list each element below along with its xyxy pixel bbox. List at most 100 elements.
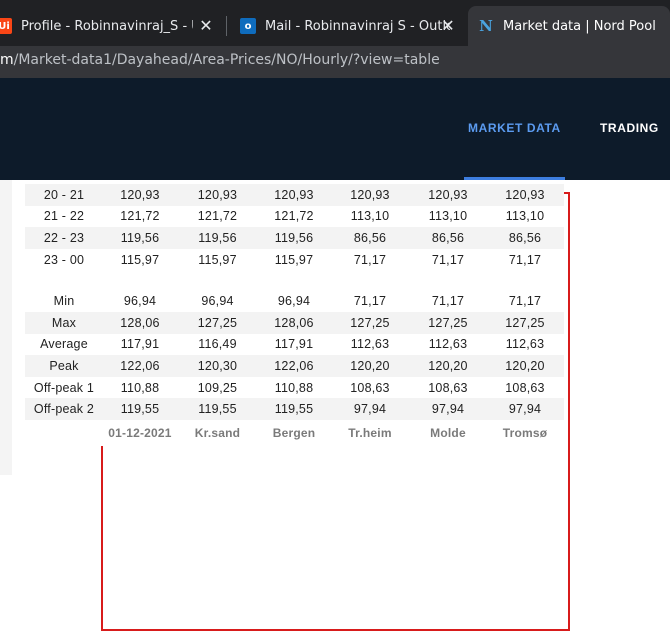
statistics-row: Max 128,06 127,25 128,06 127,25 127,25 127,25 — [25, 311, 564, 334]
price-cell: 97,94 — [486, 398, 564, 420]
tab-title: Mail - Robinnavinraj S - Outlook — [265, 18, 450, 34]
price-cell: 127,25 — [410, 311, 486, 334]
hourly-row: 23 - 00 115,97 115,97 115,97 71,17 71,17 71,17 — [25, 248, 564, 271]
price-cell: 120,93 — [330, 184, 410, 206]
price-cell: 122,06 — [103, 355, 177, 377]
nordpool-icon: N — [478, 17, 494, 35]
price-cell: 119,56 — [177, 227, 258, 249]
price-cell: 116,49 — [177, 333, 258, 356]
nav-trading[interactable]: TRADING — [600, 121, 659, 135]
nav-market-data[interactable]: MARKET DATA — [468, 121, 561, 135]
price-cell: 113,10 — [486, 205, 564, 228]
uipath-icon: Ui — [0, 18, 12, 34]
price-cell: 120,93 — [103, 184, 177, 206]
price-cell: 96,94 — [258, 290, 330, 312]
area-column-label[interactable]: Molde — [410, 419, 486, 446]
price-cell: 119,56 — [103, 227, 177, 249]
date-label[interactable]: 01-12-2021 — [103, 419, 177, 446]
row-label: Average — [25, 333, 103, 356]
spacer-cell — [177, 270, 258, 291]
price-cell: 128,06 — [258, 311, 330, 334]
price-cell: 127,25 — [330, 311, 410, 334]
tab-nord-pool-market-data[interactable]: N Market data | Nord Pool — [468, 6, 670, 46]
url-host: m — [0, 52, 14, 68]
price-cell: 115,97 — [177, 248, 258, 271]
row-label: Off-peak 1 — [25, 376, 103, 399]
tab-title: Profile - Robinnavinraj_S - UiPath — [21, 18, 193, 34]
row-label: 20 - 21 — [25, 184, 103, 206]
price-cell: 108,63 — [410, 376, 486, 399]
price-cell: 120,20 — [330, 355, 410, 377]
area-column-label[interactable]: Bergen — [258, 419, 330, 446]
price-cell: 115,97 — [258, 248, 330, 271]
hourly-row: 21 - 22 121,72 121,72 121,72 113,10 113,10 113… — [25, 205, 564, 228]
page-left-margin — [0, 180, 12, 475]
spacer-cell — [25, 270, 103, 291]
price-cell: 119,55 — [258, 398, 330, 420]
price-cell: 112,63 — [330, 333, 410, 356]
tab-uipath-profile[interactable]: Ui Profile - Robinnavinraj_S - UiPath ✕ — [0, 6, 224, 46]
price-cell: 128,06 — [103, 311, 177, 334]
outlook-icon: o — [240, 18, 256, 34]
price-cell: 113,10 — [330, 205, 410, 228]
spacer-cell — [258, 270, 330, 291]
price-cell: 120,93 — [177, 184, 258, 206]
area-prices-table: 20 - 21 120,93 120,93 120,93 120,93 120,93 120… — [25, 184, 564, 446]
area-column-label[interactable]: Tromsø — [486, 419, 564, 446]
row-label: 22 - 23 — [25, 227, 103, 249]
price-cell: 110,88 — [258, 376, 330, 399]
table-footer-row: 01-12-2021 Kr.sand Bergen Tr.heim Molde Troms… — [25, 419, 564, 446]
price-cell: 117,91 — [103, 333, 177, 356]
area-column-label[interactable]: Kr.sand — [177, 419, 258, 446]
price-cell: 71,17 — [486, 248, 564, 271]
price-cell: 110,88 — [103, 376, 177, 399]
price-cell: 120,93 — [486, 184, 564, 206]
close-icon[interactable]: ✕ — [440, 18, 456, 34]
price-cell: 112,63 — [486, 333, 564, 356]
price-cell: 120,30 — [177, 355, 258, 377]
row-label: Min — [25, 290, 103, 312]
row-label: Peak — [25, 355, 103, 377]
price-cell: 71,17 — [410, 290, 486, 312]
url-path: /Market-data1/Dayahead/Area-Prices/NO/Ho… — [13, 52, 440, 68]
price-cell: 113,10 — [410, 205, 486, 228]
statistics-row: Peak 122,06 120,30 122,06 120,20 120,20 120,20 — [25, 355, 564, 377]
page-right-margin — [658, 180, 670, 475]
statistics-row: Off-peak 1 110,88 109,25 110,88 108,63 108,63… — [25, 376, 564, 399]
spacer-cell — [486, 270, 564, 291]
spacer-cell — [410, 270, 486, 291]
browser-tab-bar: Ui Profile - Robinnavinraj_S - UiPath ✕ … — [0, 0, 670, 46]
price-cell: 71,17 — [410, 248, 486, 271]
address-bar[interactable]: m/Market-data1/Dayahead/Area-Prices/NO/H… — [0, 46, 670, 78]
price-cell: 121,72 — [103, 205, 177, 228]
price-cell: 109,25 — [177, 376, 258, 399]
row-label: Off-peak 2 — [25, 398, 103, 420]
area-column-label — [25, 419, 103, 446]
table-spacer-row — [25, 270, 564, 291]
price-cell: 120,93 — [410, 184, 486, 206]
price-cell: 120,93 — [258, 184, 330, 206]
price-cell: 86,56 — [486, 227, 564, 249]
price-cell: 121,72 — [258, 205, 330, 228]
close-icon[interactable]: ✕ — [198, 18, 214, 34]
price-cell: 119,55 — [103, 398, 177, 420]
price-cell: 71,17 — [330, 290, 410, 312]
tab-title: Market data | Nord Pool — [503, 18, 656, 34]
price-cell: 71,17 — [486, 290, 564, 312]
hourly-row: 22 - 23 119,56 119,56 119,56 86,56 86,56 86,56 — [25, 227, 564, 249]
price-cell: 112,63 — [410, 333, 486, 356]
price-cell: 71,17 — [330, 248, 410, 271]
statistics-row: Off-peak 2 119,55 119,55 119,55 97,94 97,94 97… — [25, 398, 564, 420]
price-cell: 127,25 — [177, 311, 258, 334]
row-label: 21 - 22 — [25, 205, 103, 228]
url-text[interactable]: m/Market-data1/Dayahead/Area-Prices/NO/H… — [0, 52, 440, 68]
area-column-label[interactable]: Tr.heim — [330, 419, 410, 446]
tab-outlook-mail[interactable]: o Mail - Robinnavinraj S - Outlook ✕ — [228, 6, 466, 46]
row-label: 23 - 00 — [25, 248, 103, 271]
price-cell: 121,72 — [177, 205, 258, 228]
price-cell: 122,06 — [258, 355, 330, 377]
price-cell: 120,20 — [486, 355, 564, 377]
price-cell: 108,63 — [486, 376, 564, 399]
price-cell: 127,25 — [486, 311, 564, 334]
spacer-cell — [103, 270, 177, 291]
